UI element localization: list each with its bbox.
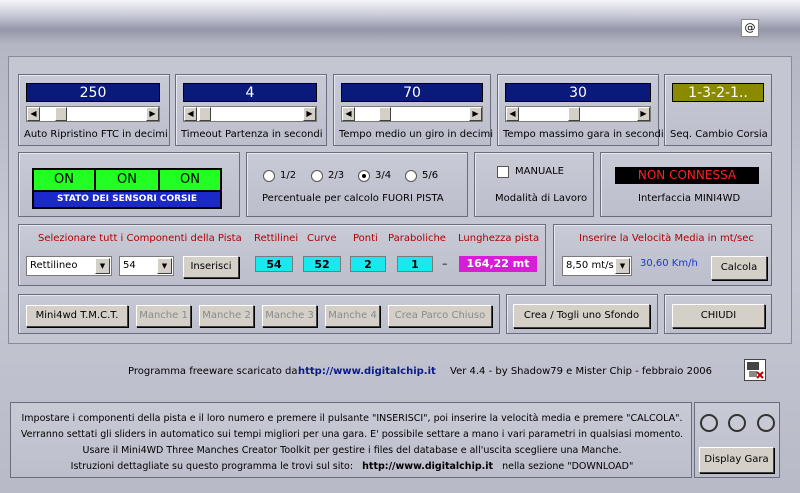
radio-3-4[interactable]	[358, 170, 370, 182]
slider-thumb[interactable]	[568, 107, 580, 121]
manuale-label: MANUALE	[515, 166, 564, 177]
freeware-link[interactable]: http://www.digitalchip.it	[298, 366, 436, 377]
indicator-light-3	[757, 414, 775, 432]
chevron-down-icon: ▼	[95, 258, 110, 274]
component-type-select[interactable]: Rettilineo ▼	[26, 256, 112, 276]
inserisci-button[interactable]: Inserisci	[183, 256, 239, 278]
chevron-down-icon: ▼	[157, 258, 172, 274]
sensor-1: ON	[34, 170, 94, 190]
slider-value-4: 30	[505, 83, 651, 102]
arrow-right-icon[interactable]: ▶	[469, 107, 482, 121]
components-title: Selezionare tutt i Componenti della Pist…	[38, 233, 242, 244]
slider-label-3: Tempo medio un giro in decimi	[339, 129, 494, 140]
instruction-line: Verranno settati gli sliders in automati…	[20, 429, 684, 440]
slider-value-1: 250	[26, 83, 160, 102]
slider-track-4[interactable]: ◀ ▶	[505, 106, 651, 122]
speed-title: Inserire la Velocità Media in mt/sec	[579, 233, 754, 244]
radio-label: 3/4	[375, 170, 392, 181]
indicator-light-1	[700, 414, 718, 432]
count-curve: 52	[303, 256, 341, 272]
sensor-3: ON	[160, 170, 220, 190]
arrow-right-icon[interactable]: ▶	[146, 107, 159, 121]
slider-label-5: Seq. Cambio Corsia	[670, 129, 768, 140]
interfaccia-label: Interfaccia MINI4WD	[638, 193, 741, 204]
header-rettilinei: Rettilinei	[254, 233, 299, 244]
fuori-pista-panel	[246, 152, 468, 217]
slider-value-5: 1-3-2-1..	[672, 83, 764, 102]
slider-track-3[interactable]: ◀ ▶	[341, 106, 483, 122]
app-logo-icon	[744, 359, 766, 381]
radio-label: 2/3	[328, 170, 345, 181]
connection-status: NON CONNESSA	[615, 167, 759, 184]
arrow-right-icon[interactable]: ▶	[303, 107, 316, 121]
manche-3-button[interactable]: Manche 3	[262, 305, 317, 327]
slider-thumb[interactable]	[55, 107, 67, 121]
arrow-left-icon[interactable]: ◀	[506, 107, 519, 121]
top-at-icon[interactable]: @	[741, 19, 759, 37]
fuori-pista-label: Percentuale per calcolo FUORI PISTA	[262, 193, 444, 204]
radio-label: 1/2	[280, 170, 297, 181]
instruction-line: Impostare i componenti della pista e il …	[21, 413, 683, 424]
manche-1-button[interactable]: Manche 1	[136, 305, 191, 327]
arrow-left-icon[interactable]: ◀	[184, 107, 197, 121]
arrow-right-icon[interactable]: ▶	[637, 107, 650, 121]
slider-thumb[interactable]	[379, 107, 391, 121]
modalita-panel	[474, 152, 594, 217]
speed-select[interactable]: 8,50 mt/s ▼	[562, 256, 632, 276]
radio-5-6[interactable]	[405, 170, 417, 182]
manche-4-button[interactable]: Manche 4	[325, 305, 380, 327]
modalita-label: Modalità di Lavoro	[495, 193, 588, 204]
speed-kmh: 30,60 Km/h	[640, 258, 698, 269]
track-length: 164,22 mt	[459, 256, 537, 272]
component-count-select[interactable]: 54 ▼	[119, 256, 174, 276]
instruction-line-last: Istruzioni dettagliate su questo program…	[70, 461, 634, 472]
instructions: Impostare i componenti della pista e il …	[16, 411, 688, 475]
length-dash: –	[442, 257, 448, 270]
sfondo-button[interactable]: Crea / Togli uno Sfondo	[513, 304, 650, 328]
slider-value-3: 70	[341, 83, 483, 102]
display-gara-button[interactable]: Display Gara	[699, 447, 774, 473]
slider-value-2: 4	[183, 83, 317, 102]
radio-1-2[interactable]	[263, 170, 275, 182]
chevron-down-icon: ▼	[615, 258, 630, 274]
header-curve: Curve	[307, 233, 337, 244]
radio-label: 5/6	[422, 170, 439, 181]
slider-track-2[interactable]: ◀ ▶	[183, 106, 317, 122]
chiudi-button[interactable]: CHIUDI	[672, 304, 765, 328]
manuale-checkbox[interactable]	[497, 166, 509, 178]
manche-2-button[interactable]: Manche 2	[199, 305, 254, 327]
radio-2-3[interactable]	[311, 170, 323, 182]
slider-label-4: Tempo massimo gara in secondi	[503, 129, 664, 140]
count-rettilinei: 54	[255, 256, 293, 272]
instructions-link[interactable]: http://www.digitalchip.it	[362, 461, 493, 472]
header-ponti: Ponti	[353, 233, 378, 244]
freeware-text: Programma freeware scaricato da:	[128, 366, 301, 377]
sensors-title: STATO DEI SENSORI CORSIE	[34, 192, 220, 207]
sensor-2: ON	[96, 170, 158, 190]
instruction-line: Usare il Mini4WD Three Manches Creator T…	[82, 445, 622, 456]
indicator-light-2	[728, 414, 746, 432]
count-paraboliche: 1	[397, 256, 433, 272]
slider-thumb[interactable]	[199, 107, 211, 121]
arrow-left-icon[interactable]: ◀	[27, 107, 40, 121]
header-paraboliche: Paraboliche	[388, 233, 446, 244]
tmct-button[interactable]: Mini4wd T.M.C.T.	[26, 305, 128, 327]
interfaccia-panel	[600, 152, 772, 217]
arrow-left-icon[interactable]: ◀	[342, 107, 355, 121]
version-text: Ver 4.4 - by Shadow79 e Mister Chip - fe…	[450, 366, 713, 377]
count-ponti: 2	[350, 256, 386, 272]
slider-label-1: Auto Ripristino FTC in decimi	[24, 129, 168, 140]
slider-label-2: Timeout Partenza in secondi	[181, 129, 323, 140]
header-lunghezza: Lunghezza pista	[458, 233, 540, 244]
slider-track-1[interactable]: ◀ ▶	[26, 106, 160, 122]
parco-chiuso-button[interactable]: Crea Parco Chiuso	[388, 305, 492, 327]
calcola-button[interactable]: Calcola	[711, 256, 767, 280]
